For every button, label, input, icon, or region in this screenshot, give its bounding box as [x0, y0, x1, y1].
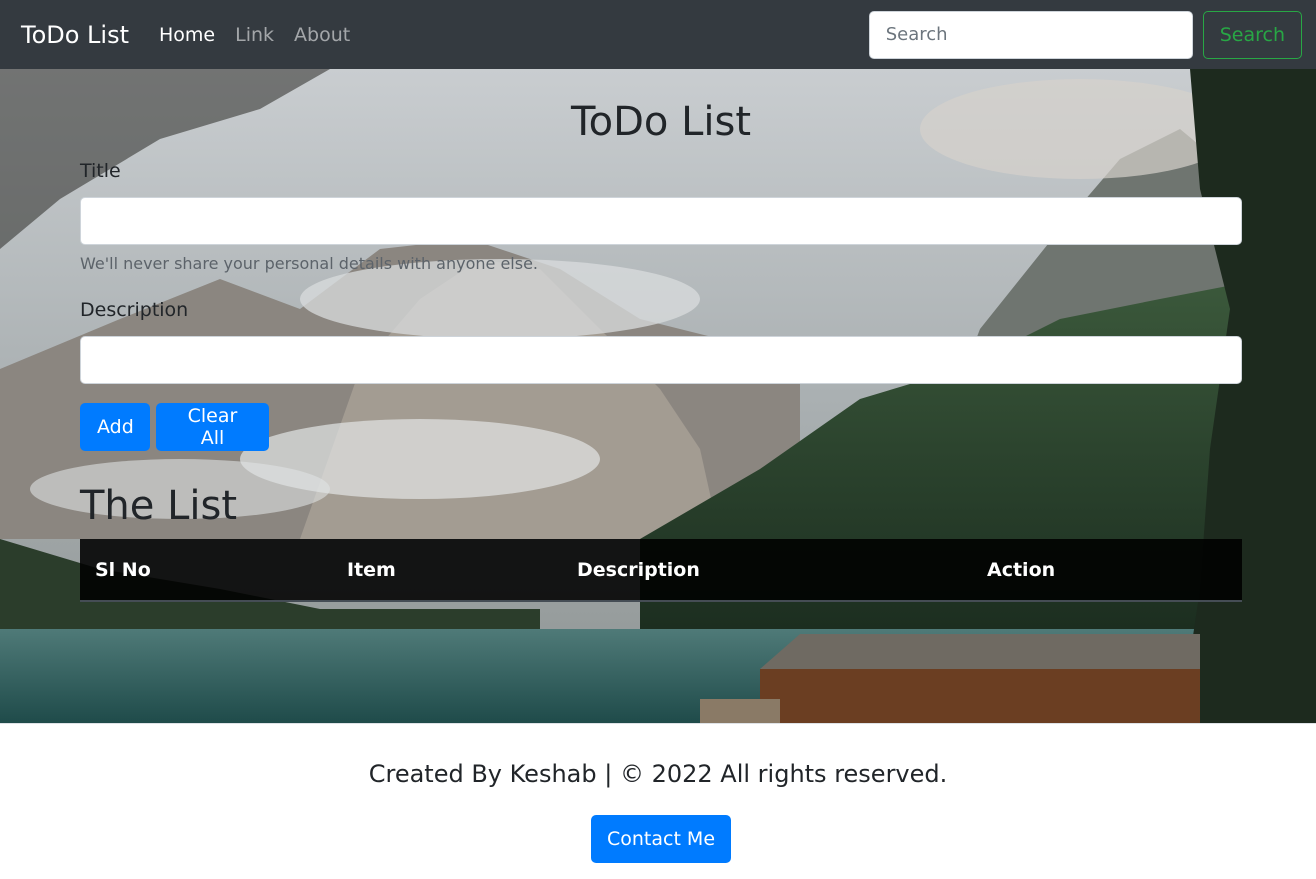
search-button[interactable]: Search	[1202, 10, 1302, 59]
column-header-action: Action	[972, 539, 1242, 602]
nav-link-home[interactable]: Home	[159, 24, 215, 46]
description-label: Description	[80, 299, 189, 321]
nav-link-about[interactable]: About	[294, 24, 350, 46]
title-help-text: We'll never share your personal details …	[80, 254, 538, 273]
clear-all-button[interactable]: Clear All	[156, 403, 269, 451]
background-landscape-image	[0, 69, 1316, 723]
table-header-row: Sl No Item Description Action	[80, 539, 1242, 602]
list-title: The List	[80, 483, 238, 529]
page-title: ToDo List	[570, 99, 752, 145]
todo-table: Sl No Item Description Action	[80, 539, 1242, 602]
title-input[interactable]	[80, 197, 1242, 245]
nav-link-link[interactable]: Link	[235, 24, 274, 46]
description-input[interactable]	[80, 336, 1242, 384]
column-header-description: Description	[562, 539, 972, 602]
contact-me-button[interactable]: Contact Me	[591, 815, 731, 863]
navbar: ToDo List Home Link About Search	[0, 0, 1316, 69]
brand-link[interactable]: ToDo List	[21, 21, 129, 49]
title-label: Title	[80, 160, 121, 182]
footer: Created By Keshab | © 2022 All rights re…	[0, 723, 1316, 879]
column-header-sl-no: Sl No	[80, 539, 332, 602]
column-header-item: Item	[332, 539, 562, 602]
search-input[interactable]	[868, 10, 1193, 59]
footer-text: Created By Keshab | © 2022 All rights re…	[368, 760, 948, 788]
add-button[interactable]: Add	[80, 403, 150, 451]
